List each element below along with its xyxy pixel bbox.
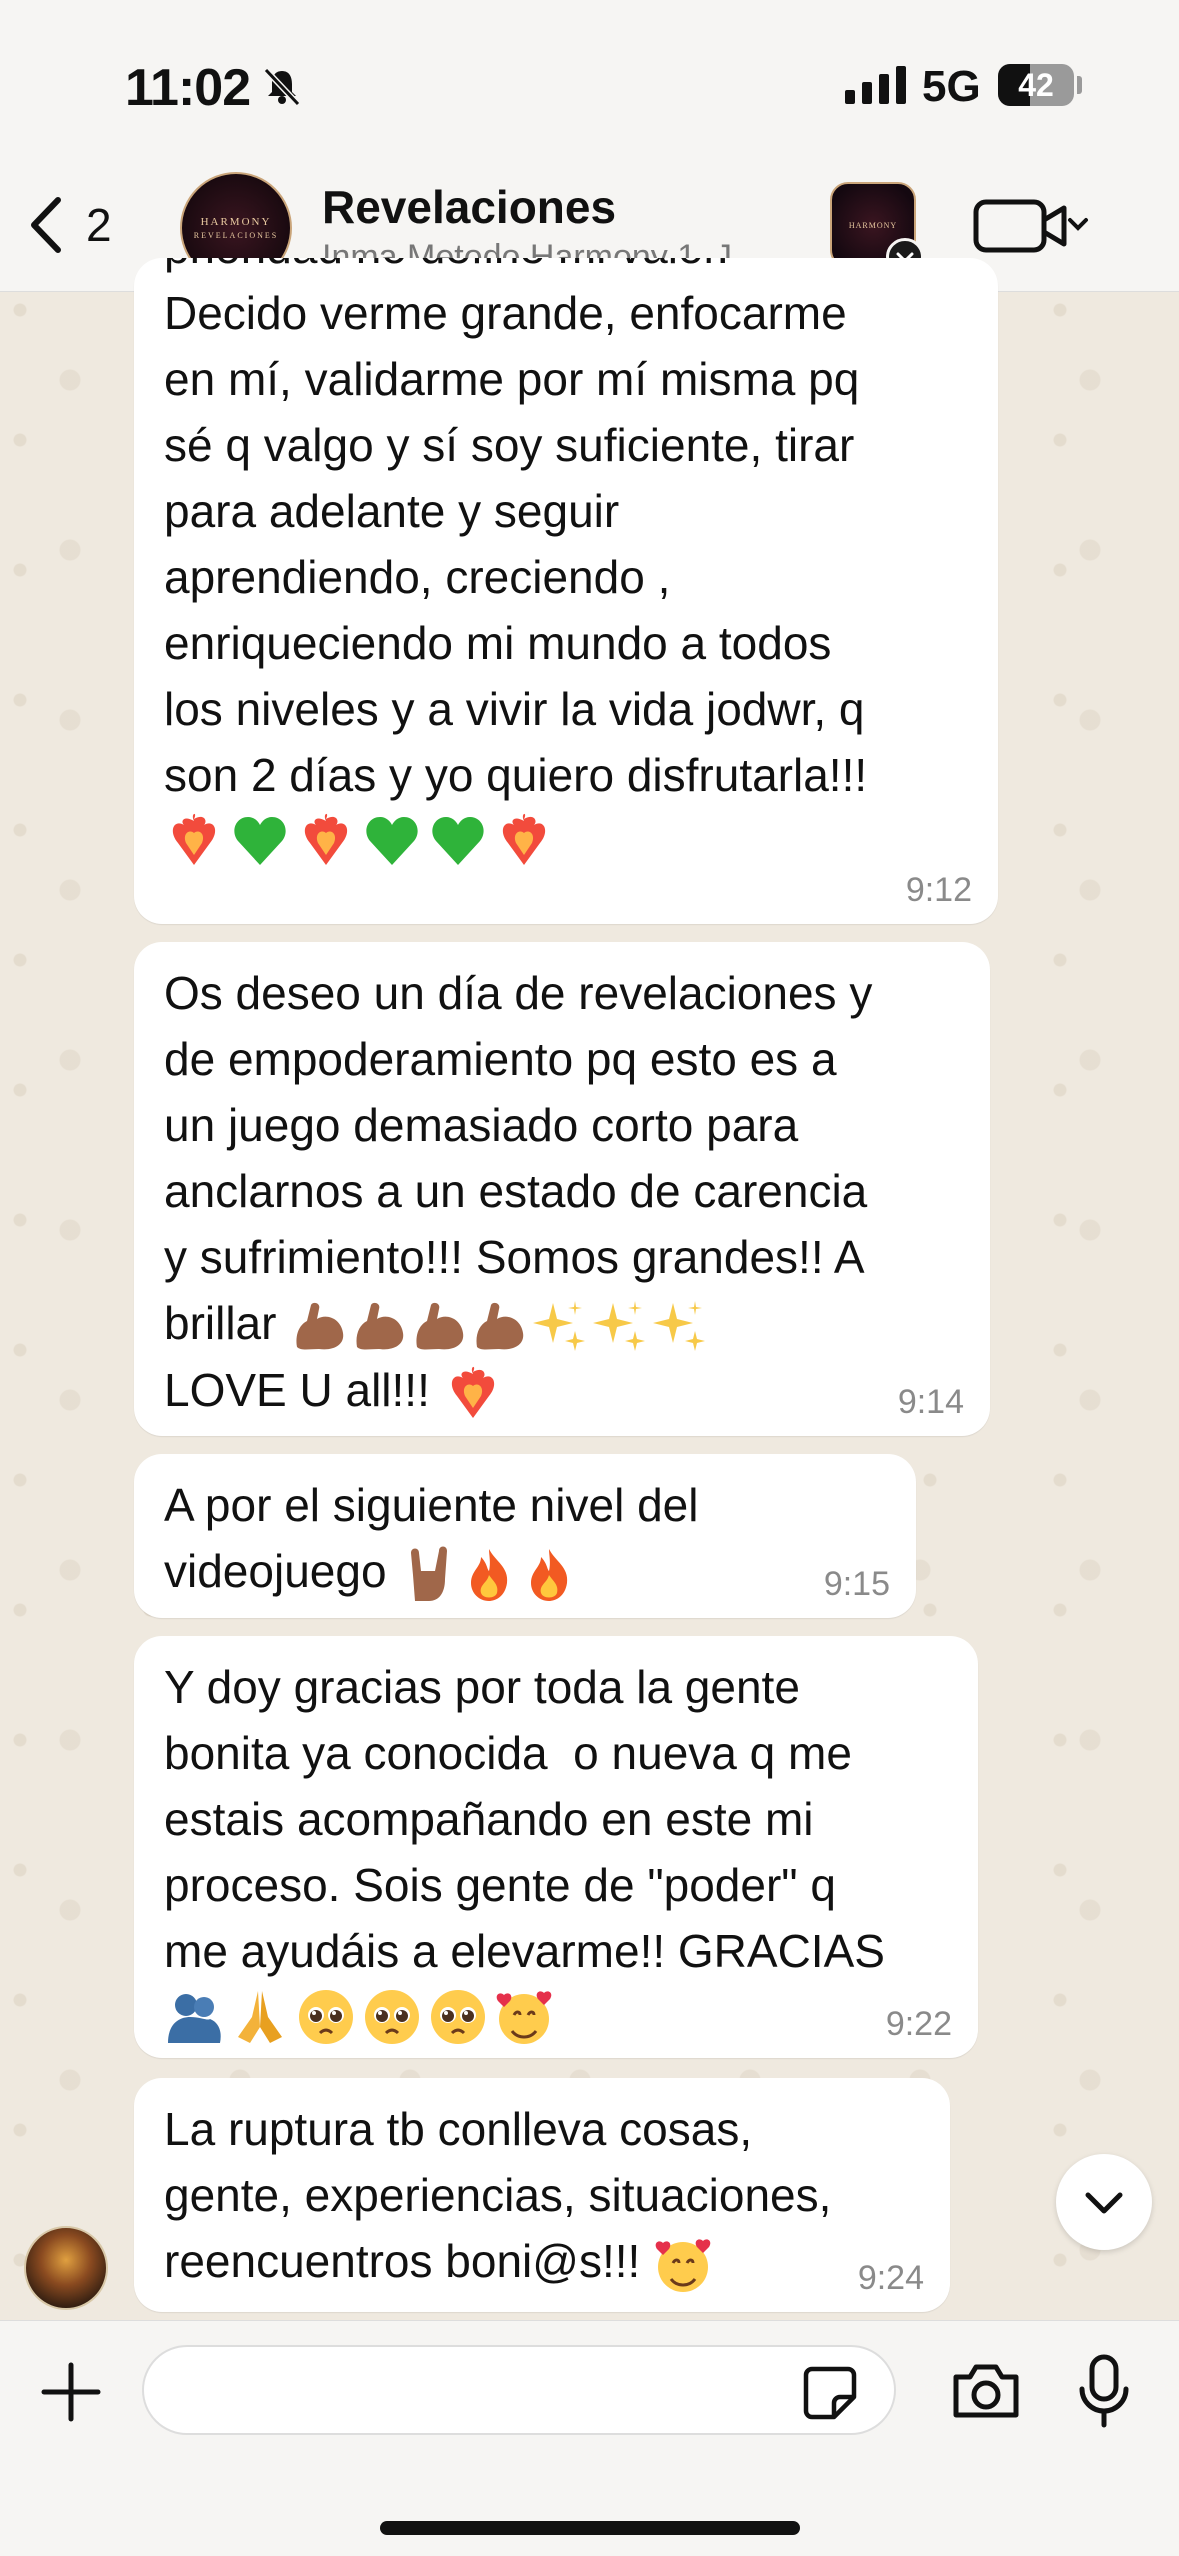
message-input[interactable] [142, 2345, 896, 2435]
message-bubble[interactable]: prioridad no define mi valor. Decido ver… [134, 258, 998, 924]
battery-level: 42 [1018, 66, 1054, 103]
input-bar [0, 2320, 1179, 2556]
home-indicator [380, 2521, 800, 2535]
people-hugging-emoji [164, 1987, 224, 2047]
green-heart-emoji [362, 811, 422, 871]
pleading-face-emoji [362, 1987, 422, 2047]
sender-avatar[interactable] [24, 2226, 108, 2310]
chevron-down-icon [1068, 218, 1088, 231]
message-text: A por el siguiente nivel del videojuego [164, 1472, 886, 1605]
chevron-left-icon [31, 197, 61, 253]
flexed-biceps-emoji [469, 1297, 529, 1357]
pleading-face-emoji [428, 1987, 488, 2047]
sparkles-emoji [529, 1297, 589, 1357]
smiling-face-with-hearts-emoji [494, 1987, 554, 2047]
group-name[interactable]: Revelaciones [322, 180, 616, 234]
community-avatar[interactable]: HARMONY [830, 182, 924, 276]
flexed-biceps-emoji [349, 1297, 409, 1357]
signal-icon [845, 64, 906, 104]
status-bar: 11:02 5G 42 [0, 0, 1179, 160]
emoji-row [164, 1984, 948, 2050]
flexed-biceps-emoji [289, 1297, 349, 1357]
sticker-icon[interactable] [802, 2365, 858, 2421]
smiling-face-with-hearts-emoji [653, 2235, 713, 2295]
message-text: Os deseo un día de revelaciones y de emp… [164, 960, 960, 1424]
fire-emoji [519, 1545, 579, 1605]
message-time: 9:12 [905, 871, 972, 909]
heart-on-fire-emoji [494, 811, 554, 871]
community-avatar-text: HARMONY [848, 220, 898, 230]
network-type: 5G [922, 62, 981, 111]
sparkles-emoji [589, 1297, 649, 1357]
scroll-down-button[interactable] [1056, 2154, 1152, 2250]
message-text-part: Os deseo un día de revelaciones y de emp… [164, 967, 873, 1349]
microphone-icon[interactable] [1076, 2353, 1132, 2429]
battery-icon: 42 [998, 64, 1074, 106]
heart-on-fire-emoji [164, 811, 224, 871]
fire-emoji [459, 1545, 519, 1605]
message-bubble[interactable]: A por el siguiente nivel del videojuego … [134, 1454, 916, 1618]
message-text-part: LOVE U all!!! [164, 1363, 443, 1416]
sign-of-the-horns-emoji [399, 1545, 459, 1605]
chevron-down-icon [1085, 2192, 1123, 2214]
message-time: 9:14 [897, 1383, 964, 1421]
message-bubble[interactable]: Y doy gracias por toda la gente bonita y… [134, 1636, 978, 2058]
green-heart-emoji [230, 811, 290, 871]
pleading-face-emoji [296, 1987, 356, 2047]
message-time: 9:15 [823, 1565, 890, 1603]
emoji-inline [399, 1545, 579, 1601]
status-time: 11:02 [125, 59, 251, 117]
message-time: 9:22 [885, 2005, 952, 2043]
unread-count: 2 [86, 199, 112, 251]
message-time: 9:24 [857, 2259, 924, 2297]
video-call-button[interactable] [972, 194, 1092, 258]
green-heart-emoji [428, 811, 488, 871]
bell-slash-icon [263, 67, 301, 106]
message-text-part: La ruptura tb conlleva cosas, gente, exp… [164, 2103, 832, 2287]
sparkles-emoji [649, 1297, 709, 1357]
camera-icon[interactable] [950, 2361, 1022, 2421]
heart-on-fire-emoji [443, 1364, 503, 1424]
message-bubble[interactable]: La ruptura tb conlleva cosas, gente, exp… [134, 2078, 950, 2312]
message-bubble[interactable]: Os deseo un día de revelaciones y de emp… [134, 942, 990, 1436]
avatar-text-top: HARMONY [200, 216, 272, 228]
back-button[interactable]: 2 [22, 190, 142, 260]
battery-cap [1077, 76, 1082, 94]
flexed-biceps-emoji [409, 1297, 469, 1357]
avatar-text-bottom: REVELACIONES [193, 231, 279, 240]
plus-icon[interactable] [36, 2357, 106, 2427]
folded-hands-emoji [230, 1987, 290, 2047]
emoji-row [164, 808, 968, 874]
emoji-inline [653, 2235, 713, 2292]
heart-on-fire-emoji [296, 811, 356, 871]
video-camera-icon [973, 199, 1067, 253]
emoji-inline [443, 1364, 503, 1418]
message-text: La ruptura tb conlleva cosas, gente, exp… [164, 2096, 920, 2295]
message-text: Y doy gracias por toda la gente bonita y… [164, 1661, 885, 1977]
emoji-inline [289, 1297, 709, 1351]
message-text: prioridad no define mi valor. Decido ver… [164, 258, 868, 801]
